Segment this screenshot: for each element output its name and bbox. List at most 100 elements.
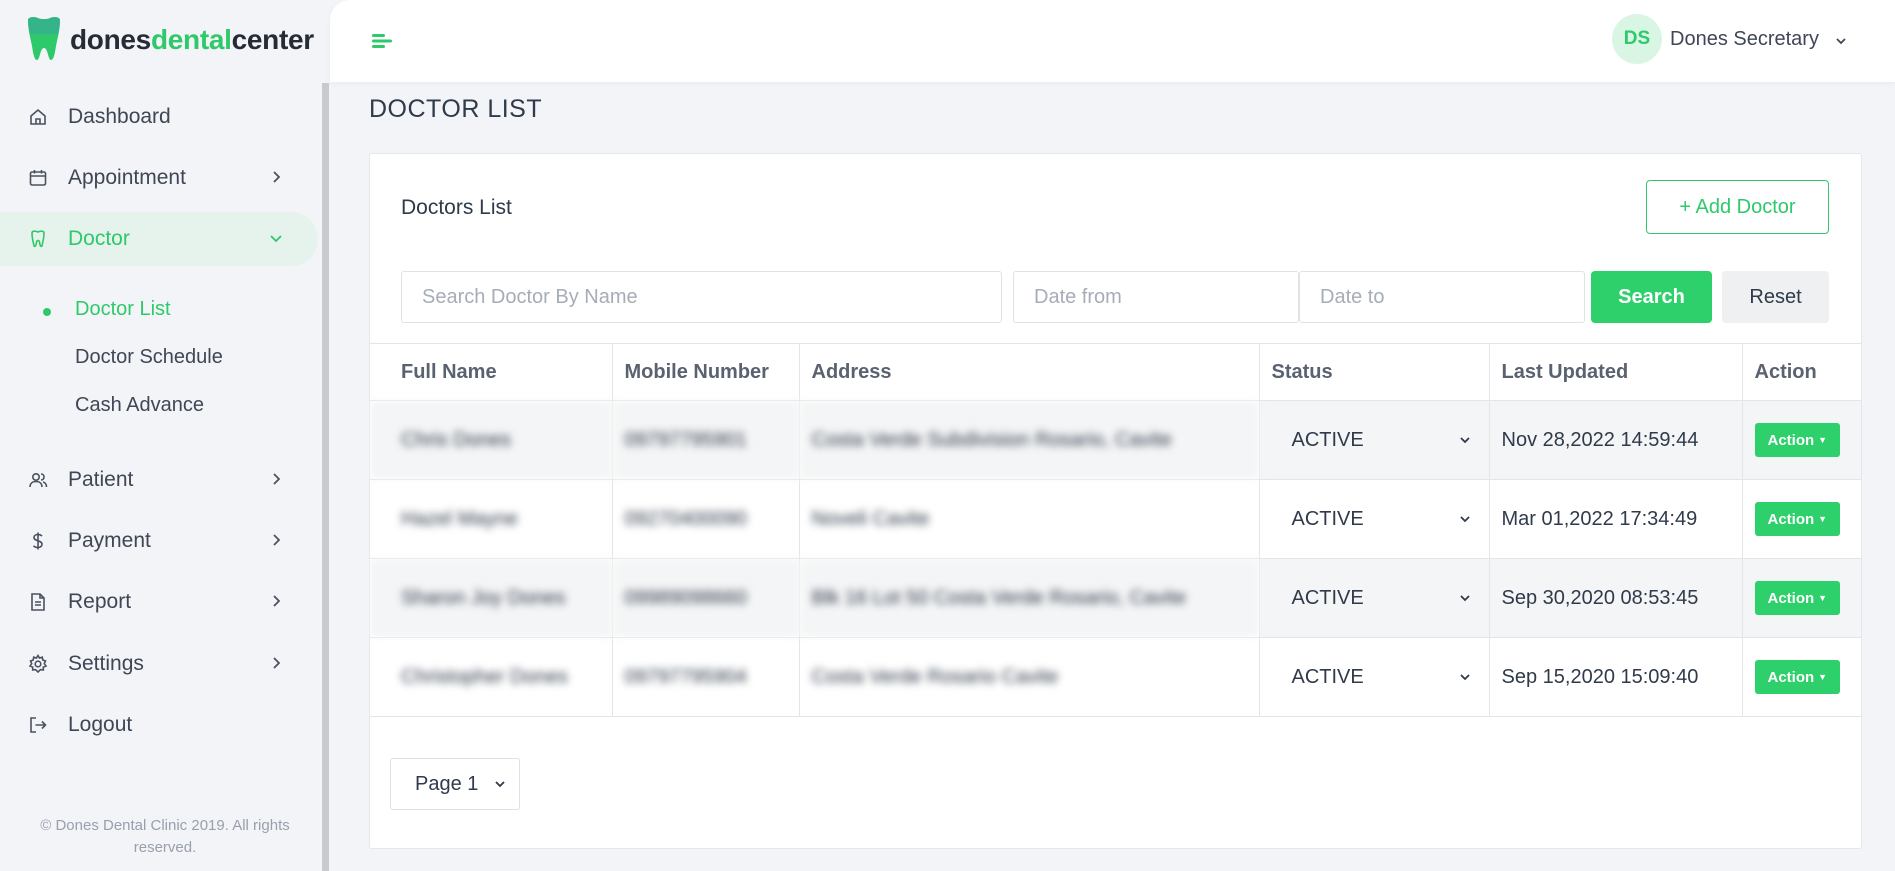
chevron-right-icon [273, 171, 281, 183]
chevron-down-icon [495, 781, 505, 788]
cell-status: ACTIVE [1258, 400, 1490, 480]
table-row: Chris Dones 09797795901 Costa Verde Subd… [370, 400, 1861, 480]
sidebar-item-settings[interactable]: Settings [0, 637, 318, 691]
logout-icon [28, 715, 48, 735]
date-to-field[interactable]: Date to [1299, 271, 1585, 323]
cell-status: ACTIVE [1258, 637, 1490, 717]
cell-status: ACTIVE [1258, 479, 1490, 559]
users-icon [28, 470, 48, 490]
cell-full-name: Chris Dones [370, 400, 613, 480]
cell-mobile: 09989098660 [611, 558, 800, 638]
sidebar-item-label: Doctor [68, 227, 130, 250]
sidebar-item-label: Settings [68, 652, 144, 675]
chevron-down-icon [1459, 674, 1470, 681]
cell-last-updated: Sep 30,2020 08:53:45 [1488, 558, 1743, 638]
menu-toggle-icon[interactable] [372, 32, 394, 50]
column-header-full-name[interactable]: Full Name [370, 343, 613, 401]
cell-mobile: 09270400090 [611, 479, 800, 559]
chevron-right-icon [273, 473, 281, 485]
sidebar-item-doctor[interactable]: Doctor [0, 212, 318, 266]
sidebar-item-patient[interactable]: Patient [0, 453, 318, 507]
user-name[interactable]: Dones Secretary [1670, 28, 1819, 51]
action-button[interactable]: Action ▼ [1754, 581, 1841, 615]
reset-button[interactable]: Reset [1722, 271, 1829, 323]
column-header-last-updated[interactable]: Last Updated [1488, 343, 1743, 401]
sidebar-footer: © Dones Dental Clinic 2019. All rights r… [40, 817, 290, 856]
sidebar-item-label: Logout [68, 713, 133, 736]
cell-action: Action ▼ [1741, 400, 1861, 480]
table-header-row: Full Name Mobile Number Address Status L… [370, 343, 1861, 401]
action-button[interactable]: Action ▼ [1754, 660, 1841, 694]
calendar-icon [28, 168, 48, 188]
brand-name: donesdentalcenter [70, 24, 314, 55]
column-header-status[interactable]: Status [1258, 343, 1490, 401]
sidebar-item-appointment[interactable]: Appointment [0, 151, 318, 205]
brand-logo[interactable]: donesdentalcenter [24, 16, 314, 64]
search-button[interactable]: Search [1591, 271, 1712, 323]
table-row: Christopher Dones 09797795904 Costa Verd… [370, 637, 1861, 717]
tooth-logo-icon [28, 16, 60, 61]
action-button[interactable]: Action ▼ [1754, 423, 1841, 457]
cell-address: Costa Verde Subdivision Rosario, Cavite [798, 400, 1260, 480]
add-doctor-button[interactable]: + Add Doctor [1646, 180, 1829, 234]
page-select[interactable]: Page 1 [390, 758, 520, 810]
card-title: Doctors List [401, 196, 512, 219]
avatar[interactable]: DS [1612, 14, 1662, 64]
cell-last-updated: Sep 15,2020 15:09:40 [1488, 637, 1743, 717]
chevron-right-icon [273, 657, 281, 669]
status-select[interactable]: ACTIVE [1272, 508, 1472, 531]
date-from-field[interactable]: Date from [1013, 271, 1299, 323]
sidebar-item-dashboard[interactable]: Dashboard [0, 90, 318, 144]
cell-action: Action ▼ [1741, 637, 1861, 717]
chevron-down-icon [1459, 437, 1470, 444]
cell-full-name: Sharon Joy Dones [370, 558, 613, 638]
sidebar-item-label: Payment [68, 529, 151, 552]
column-header-address[interactable]: Address [798, 343, 1260, 401]
search-input[interactable]: Search Doctor By Name [401, 271, 1002, 323]
status-select[interactable]: ACTIVE [1272, 666, 1472, 689]
doctors-card: Doctors List + Add Doctor Search Doctor … [369, 153, 1862, 849]
sidebar-item-payment[interactable]: Payment [0, 514, 318, 568]
cell-full-name: Hazel Mayne [370, 479, 613, 559]
chevron-down-icon[interactable] [1834, 34, 1848, 48]
cell-address: Costa Verde Rosario Cavite [798, 637, 1260, 717]
cell-mobile: 09797795904 [611, 637, 800, 717]
page-select-value: Page 1 [415, 772, 479, 795]
chevron-right-icon [273, 595, 281, 607]
home-icon [28, 107, 48, 127]
sidebar-subitem-cash-advance[interactable]: Cash Advance [75, 394, 204, 417]
cell-address: Blk 16 Lot 50 Costa Verde Rosario, Cavit… [798, 558, 1260, 638]
sidebar-item-logout[interactable]: Logout [0, 698, 318, 752]
chevron-down-icon [1459, 595, 1470, 602]
cell-last-updated: Mar 01,2022 17:34:49 [1488, 479, 1743, 559]
cell-action: Action ▼ [1741, 558, 1861, 638]
sidebar-subitem-doctor-list[interactable]: Doctor List [75, 298, 171, 321]
sidebar: donesdentalcenter Dashboard Appointment … [0, 0, 330, 871]
sidebar-scrollbar[interactable] [322, 83, 329, 871]
top-bar: DS Dones Secretary [330, 0, 1895, 82]
active-dot [43, 308, 51, 316]
column-header-mobile[interactable]: Mobile Number [611, 343, 800, 401]
sidebar-item-report[interactable]: Report [0, 575, 318, 629]
gear-icon [28, 654, 48, 674]
table-row: Sharon Joy Dones 09989098660 Blk 16 Lot … [370, 558, 1861, 638]
chevron-right-icon [273, 534, 281, 546]
cell-mobile: 09797795901 [611, 400, 800, 480]
sidebar-item-label: Report [68, 590, 132, 613]
doctors-table: Full Name Mobile Number Address Status L… [370, 343, 1861, 717]
column-header-action: Action [1741, 343, 1861, 401]
page-title: DOCTOR LIST [369, 95, 543, 123]
cell-action: Action ▼ [1741, 479, 1861, 559]
action-button[interactable]: Action ▼ [1754, 502, 1841, 536]
cell-full-name: Christopher Dones [370, 637, 613, 717]
status-select[interactable]: ACTIVE [1272, 587, 1472, 610]
cell-status: ACTIVE [1258, 558, 1490, 638]
status-select[interactable]: ACTIVE [1272, 429, 1472, 452]
sidebar-subitem-doctor-schedule[interactable]: Doctor Schedule [75, 346, 223, 369]
table-row: Hazel Mayne 09270400090 Noveli Cavite AC… [370, 479, 1861, 559]
dollar-icon [28, 531, 48, 551]
sidebar-item-label: Appointment [68, 166, 186, 189]
sidebar-item-label: Dashboard [68, 105, 171, 128]
chevron-down-icon [270, 235, 282, 243]
tooth-icon [28, 229, 48, 249]
